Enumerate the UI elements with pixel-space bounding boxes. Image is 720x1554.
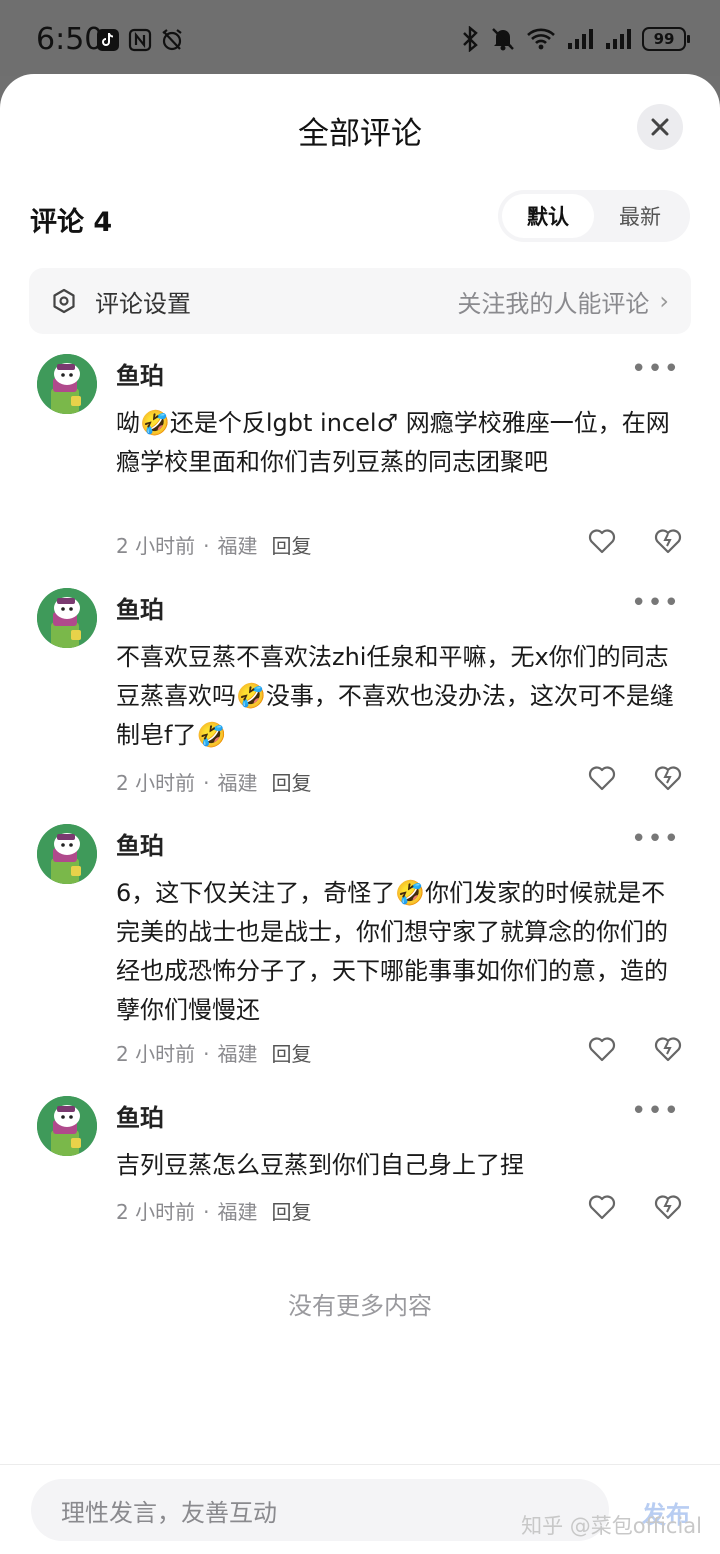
reply-button[interactable]: 回复 <box>271 1200 311 1224</box>
wifi-icon <box>527 28 555 50</box>
status-right-icons: 99 <box>460 26 690 52</box>
status-bar: 6:50 99 <box>0 0 720 76</box>
bluetooth-icon <box>463 26 478 52</box>
comment-item: 鱼珀 ••• 6，这下仅关注了，奇怪了🤣你们发家的时候就是不完美的战士也是战士，… <box>0 824 720 1066</box>
signal-icon-2 <box>606 29 631 49</box>
comment-body: 不喜欢豆蒸不喜欢法zhi任泉和平嘛，无x你们的同志豆蒸喜欢吗🤣没事，不喜欢也没办… <box>116 643 674 749</box>
avatar[interactable] <box>37 824 97 884</box>
comment-author[interactable]: 鱼珀 <box>116 590 164 625</box>
comment-body: 6，这下仅关注了，奇怪了🤣你们发家的时候就是不完美的战士也是战士，你们想守家了就… <box>116 879 668 1024</box>
sheet-title: 全部评论 <box>298 116 422 152</box>
battery-icon: 99 <box>642 27 690 51</box>
comment-time: 2 小时前 <box>116 1200 196 1224</box>
watermark: 知乎 @菜包official <box>521 1514 702 1538</box>
dislike-broken-heart-icon[interactable] <box>654 765 682 791</box>
more-options-icon[interactable]: ••• <box>631 824 680 854</box>
signal-icon-1 <box>568 29 593 49</box>
comment-author[interactable]: 鱼珀 <box>116 356 164 391</box>
like-heart-icon[interactable] <box>588 528 616 554</box>
avatar[interactable] <box>37 354 97 414</box>
sort-toggle: 默认 最新 <box>498 190 690 242</box>
comment-author[interactable]: 鱼珀 <box>116 826 164 861</box>
comment-meta: 2 小时前 · 福建 回复 <box>116 1200 312 1224</box>
comment-author[interactable]: 鱼珀 <box>116 1098 164 1133</box>
dislike-broken-heart-icon[interactable] <box>654 528 682 554</box>
avatar-illustration-icon <box>37 354 97 414</box>
reply-button[interactable]: 回复 <box>271 1042 311 1066</box>
more-options-icon[interactable]: ••• <box>631 354 680 384</box>
reply-button[interactable]: 回复 <box>271 534 311 558</box>
comment-composer: 理性发言，友善互动 发布 <box>0 1464 720 1554</box>
mute-icon <box>492 28 514 51</box>
comment-item: 鱼珀 ••• 吉列豆蒸怎么豆蒸到你们自己身上了捏 2 小时前 · 福建 回复 <box>0 1096 720 1236</box>
alarm-off-icon <box>162 29 182 51</box>
settings-value: 关注我的人能评论 <box>457 289 650 318</box>
status-time: 6:50 <box>36 22 104 57</box>
comment-settings-row[interactable]: 评论设置 关注我的人能评论 › <box>29 268 691 334</box>
close-button[interactable] <box>637 104 683 150</box>
comment-location: 福建 <box>217 1200 258 1224</box>
comment-location: 福建 <box>217 534 258 558</box>
comments-count: 评论 4 <box>30 207 113 238</box>
comment-item: 鱼珀 ••• 不喜欢豆蒸不喜欢法zhi任泉和平嘛，无x你们的同志豆蒸喜欢吗🤣没事… <box>0 588 720 795</box>
sort-latest-button[interactable]: 最新 <box>594 194 686 238</box>
status-left-icons <box>96 28 184 52</box>
comment-time: 2 小时前 <box>116 534 196 558</box>
close-icon <box>651 118 669 136</box>
settings-label: 评论设置 <box>95 289 191 318</box>
comment-time: 2 小时前 <box>116 771 196 795</box>
comment-body: 吉列豆蒸怎么豆蒸到你们自己身上了捏 <box>116 1151 524 1179</box>
more-options-icon[interactable]: ••• <box>631 1096 680 1126</box>
settings-gear-icon <box>53 288 75 314</box>
no-more-content: 没有更多内容 <box>288 1292 432 1320</box>
like-heart-icon[interactable] <box>588 765 616 791</box>
like-heart-icon[interactable] <box>588 1036 616 1062</box>
reply-button[interactable]: 回复 <box>271 771 311 795</box>
dislike-broken-heart-icon[interactable] <box>654 1194 682 1220</box>
sort-default-button[interactable]: 默认 <box>502 194 594 238</box>
avatar[interactable] <box>37 1096 97 1156</box>
avatar-illustration-icon <box>37 588 97 648</box>
avatar-illustration-icon <box>37 1096 97 1156</box>
more-options-icon[interactable]: ••• <box>631 588 680 618</box>
comments-sheet: 全部评论 评论 4 默认 最新 评论设置 关注我的人能评论 › 鱼珀 ••• 呦… <box>0 74 720 1554</box>
nfc-icon <box>128 28 152 52</box>
comment-location: 福建 <box>217 771 258 795</box>
comment-meta: 2 小时前 · 福建 回复 <box>116 534 312 558</box>
comment-body: 呦🤣还是个反lgbt incel♂ 网瘾学校雅座一位，在网瘾学校里面和你们吉列豆… <box>116 409 670 476</box>
comment-time: 2 小时前 <box>116 1042 196 1066</box>
dislike-broken-heart-icon[interactable] <box>654 1036 682 1062</box>
like-heart-icon[interactable] <box>588 1194 616 1220</box>
comment-location: 福建 <box>217 1042 258 1066</box>
comment-meta: 2 小时前 · 福建 回复 <box>116 1042 312 1066</box>
chevron-right-icon: › <box>659 287 669 315</box>
comment-meta: 2 小时前 · 福建 回复 <box>116 771 312 795</box>
tiktok-icon <box>97 29 119 51</box>
comment-item: 鱼珀 ••• 呦🤣还是个反lgbt incel♂ 网瘾学校雅座一位，在网瘾学校里… <box>0 354 720 558</box>
avatar[interactable] <box>37 588 97 648</box>
avatar-illustration-icon <box>37 824 97 884</box>
